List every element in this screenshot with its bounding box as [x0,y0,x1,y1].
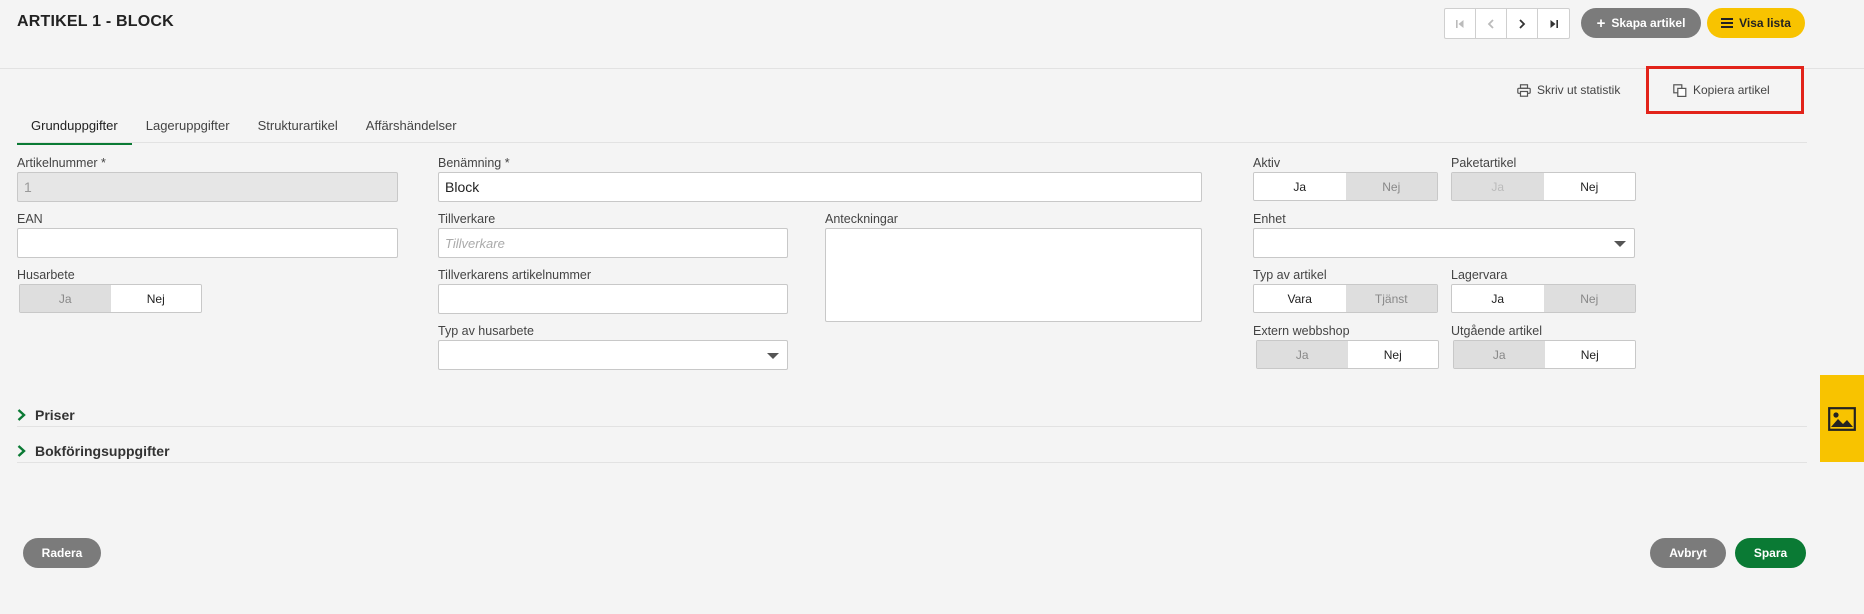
ean-label: EAN [17,212,43,226]
aktiv-toggle: Ja Nej [1253,172,1438,201]
utgaende-toggle: Ja Nej [1453,340,1636,369]
first-page-icon [1456,19,1464,28]
header-divider [0,68,1864,69]
tab-lageruppgifter[interactable]: Lageruppgifter [132,112,244,145]
enhet-label: Enhet [1253,212,1286,226]
benamning-field[interactable]: Block [438,172,1202,202]
delete-button[interactable]: Radera [23,538,101,568]
tabs-divider [17,142,1807,143]
husarbete-no[interactable]: Nej [110,285,201,312]
typ-artikel-tjanst[interactable]: Tjänst [1345,285,1437,312]
anteckningar-textarea[interactable] [825,228,1202,322]
lagervara-no[interactable]: Nej [1543,285,1635,312]
printer-icon [1517,83,1531,97]
copy-article-highlight [1646,66,1804,114]
ean-field[interactable] [17,228,398,258]
create-article-button[interactable]: + Skapa artikel [1581,8,1701,38]
article-number-field[interactable]: 1 [17,172,398,202]
tillverkare-nr-label: Tillverkarens artikelnummer [438,268,592,282]
extern-webbshop-toggle: Ja Nej [1256,340,1439,369]
page-title: ARTIKEL 1 - BLOCK [17,13,174,30]
create-article-label: Skapa artikel [1611,16,1686,30]
anteckningar-label: Anteckningar [825,212,898,226]
utgaende-no[interactable]: Nej [1544,341,1635,368]
caret-down-icon [767,353,779,359]
tab-grunduppgifter[interactable]: Grunduppgifter [17,112,132,145]
utgaende-yes[interactable]: Ja [1454,341,1545,368]
husarbete-toggle: Ja Nej [19,284,202,313]
paketartikel-label: Paketartikel [1451,156,1517,170]
first-record-button[interactable] [1445,9,1476,38]
last-page-icon [1550,19,1558,28]
typ-artikel-label: Typ av artikel [1253,268,1327,282]
extern-webbshop-label: Extern webbshop [1253,324,1350,338]
benamning-label: Benämning * [438,156,510,170]
chevron-right-icon [1519,18,1526,29]
paketartikel-yes[interactable]: Ja [1452,173,1544,200]
article-number-label: Artikelnummer * [17,156,106,170]
record-pager [1444,8,1570,39]
previous-record-button[interactable] [1476,9,1507,38]
chevron-right-icon [17,445,26,457]
section-bokforing-label: Bokföringsuppgifter [35,443,170,459]
paketartikel-toggle: Ja Nej [1451,172,1636,201]
aktiv-label: Aktiv [1253,156,1281,170]
cancel-button[interactable]: Avbryt [1650,538,1726,568]
list-icon [1721,18,1734,28]
print-statistics-label: Skriv ut statistik [1537,83,1621,97]
aktiv-no[interactable]: Nej [1345,173,1437,200]
image-icon [1828,406,1856,431]
print-statistics-button[interactable]: Skriv ut statistik [1517,83,1620,97]
extern-webbshop-yes[interactable]: Ja [1257,341,1348,368]
chevron-right-icon [17,409,26,421]
show-list-label: Visa lista [1739,16,1791,30]
lagervara-label: Lagervara [1451,268,1508,282]
extern-webbshop-no[interactable]: Nej [1347,341,1438,368]
paketartikel-no[interactable]: Nej [1543,173,1635,200]
enhet-select[interactable] [1253,228,1635,258]
typ-artikel-toggle: Vara Tjänst [1253,284,1438,313]
husarbete-label: Husarbete [17,268,75,282]
last-record-button[interactable] [1538,9,1569,38]
utgaende-label: Utgående artikel [1451,324,1543,338]
lagervara-toggle: Ja Nej [1451,284,1636,313]
lagervara-yes[interactable]: Ja [1452,285,1544,312]
tillverkare-label: Tillverkare [438,212,496,226]
section-bokforing[interactable]: Bokföringsuppgifter [17,443,170,459]
aktiv-yes[interactable]: Ja [1254,173,1346,200]
section-priser[interactable]: Priser [17,407,75,423]
caret-down-icon [1614,241,1626,247]
husarbete-yes[interactable]: Ja [20,285,111,312]
section-divider [17,426,1807,427]
typ-husarbete-select[interactable] [438,340,788,370]
tillverkare-nr-field[interactable] [438,284,788,314]
section-priser-label: Priser [35,407,75,423]
section-divider [17,462,1807,463]
tillverkare-field[interactable]: Tillverkare [438,228,788,258]
show-list-button[interactable]: Visa lista [1707,8,1805,38]
tab-bar: Grunduppgifter Lageruppgifter Strukturar… [17,112,471,145]
typ-artikel-vara[interactable]: Vara [1254,285,1346,312]
plus-icon: + [1596,14,1606,32]
typ-husarbete-label: Typ av husarbete [438,324,534,338]
image-side-tab[interactable] [1820,375,1864,462]
save-button[interactable]: Spara [1735,538,1806,568]
next-record-button[interactable] [1507,9,1538,38]
tab-strukturartikel[interactable]: Strukturartikel [244,112,352,145]
chevron-left-icon [1487,18,1494,29]
tab-affarshandelser[interactable]: Affärshändelser [352,112,471,145]
